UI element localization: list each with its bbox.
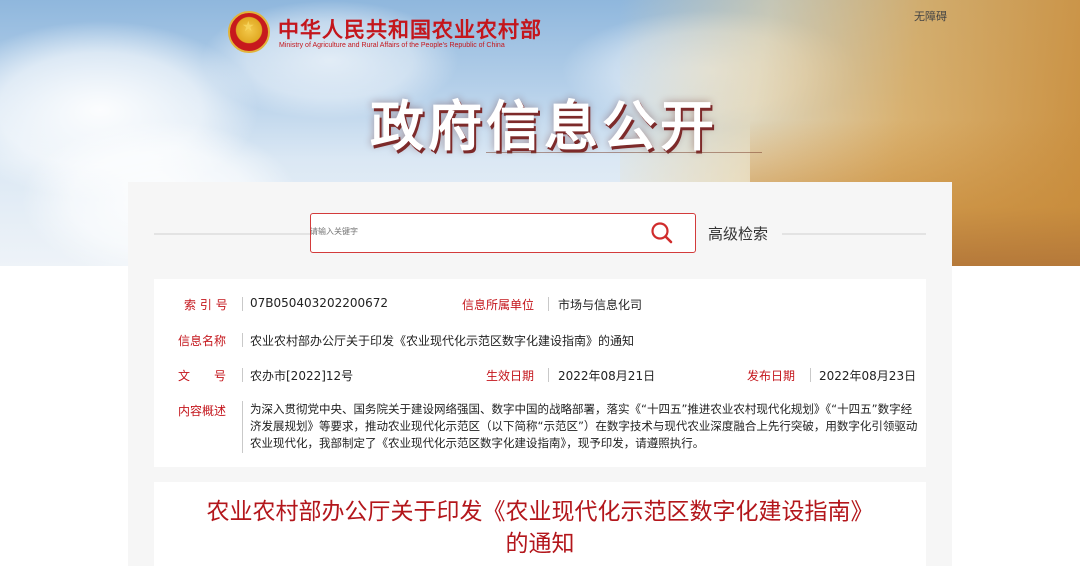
national-emblem-icon[interactable]: ★ [228, 11, 270, 53]
index-label: 索 引 号 [184, 298, 228, 312]
summary-text: 为深入贯彻党中央、国务院关于建设网络强国、数字中国的战略部署，落实《“十四五”推… [250, 402, 918, 450]
document-title-line: 农业农村部办公厅关于印发《农业现代化示范区数字化建设指南》 [206, 499, 874, 525]
name-label: 信息名称 [178, 334, 227, 348]
doc-number-value: 农办市[2022]12号 [250, 369, 354, 383]
document-title-line: 的通知 [505, 531, 575, 557]
page-title: 政府信息公开 [370, 95, 718, 158]
title-divider [486, 152, 762, 153]
divider [548, 368, 549, 382]
info-table: 索 引 号 07B050403202200672 信息所属单位 市场与信息化司 … [154, 279, 926, 467]
search-bar: 高级检索 [154, 213, 926, 253]
advanced-search-link[interactable]: 高级检索 [708, 223, 768, 244]
divider [242, 297, 243, 311]
page: ★ 中华人民共和国农业农村部 Ministry of Agriculture a… [0, 0, 1080, 566]
publish-date-label: 发布日期 [747, 369, 796, 383]
divider [548, 297, 549, 311]
divider [810, 368, 811, 382]
document-header: 农业农村部办公厅关于印发《农业现代化示范区数字化建设指南》 的通知 [154, 482, 926, 566]
accessibility-link[interactable]: 无障碍 [914, 8, 947, 24]
search-input[interactable] [310, 227, 630, 236]
effective-date-label: 生效日期 [486, 369, 535, 383]
divider [154, 233, 310, 235]
effective-date-value: 2022年08月21日 [558, 369, 656, 383]
divider [242, 368, 243, 382]
divider [242, 401, 243, 453]
unit-label: 信息所属单位 [462, 298, 535, 312]
divider [242, 333, 243, 347]
ministry-name-en[interactable]: Ministry of Agriculture and Rural Affair… [279, 42, 505, 49]
ministry-name-cn[interactable]: 中华人民共和国农业农村部 [278, 14, 542, 44]
index-value: 07B050403202200672 [250, 296, 389, 310]
doc-number-label: 文 号 [178, 369, 227, 383]
divider [782, 233, 926, 235]
document-title: 农业农村部办公厅关于印发《农业现代化示范区数字化建设指南》 的通知 [154, 496, 926, 560]
summary-label: 内容概述 [178, 404, 227, 418]
unit-value: 市场与信息化司 [558, 298, 643, 312]
publish-date-value: 2022年08月23日 [819, 369, 917, 383]
search-icon[interactable] [650, 221, 674, 245]
name-value: 农业农村部办公厅关于印发《农业现代化示范区数字化建设指南》的通知 [250, 334, 635, 348]
